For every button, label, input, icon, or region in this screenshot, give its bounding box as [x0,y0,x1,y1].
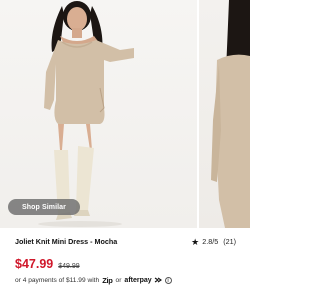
rating-value: 2.8/5 [202,237,219,246]
price-row: $47.99 $49.99 [15,257,80,271]
product-photo-main[interactable]: Shop Similar [0,0,197,228]
model-wearing-dress-illustration [38,1,134,227]
review-count[interactable]: (21) [223,237,236,246]
star-icon: ★ [191,236,200,247]
zip-logo: Zip [102,276,113,285]
afterpay-arrows-icon [154,277,162,283]
product-rating[interactable]: ★ 2.8/5 (21) [191,237,236,246]
afterpay-logo-text: afterpay [124,277,152,284]
installment-info: or 4 payments of $11.99 with Zip or afte… [15,276,172,285]
or-text: or [115,277,122,284]
afterpay-logo: afterpay [124,277,162,284]
product-image-gallery[interactable]: Shop Similar [0,0,250,228]
original-price: $49.99 [58,263,80,270]
product-name[interactable]: Joliet Knit Mini Dress - Mocha [15,237,117,246]
installment-text: or 4 payments of $11.99 with [15,277,100,284]
shop-similar-button[interactable]: Shop Similar [8,199,80,215]
product-photo-next[interactable] [199,0,250,228]
model-side-view-illustration [211,0,250,228]
zip-logo-text: Zip [102,276,113,285]
sale-price: $47.99 [15,257,54,271]
info-icon[interactable]: i [164,277,172,284]
